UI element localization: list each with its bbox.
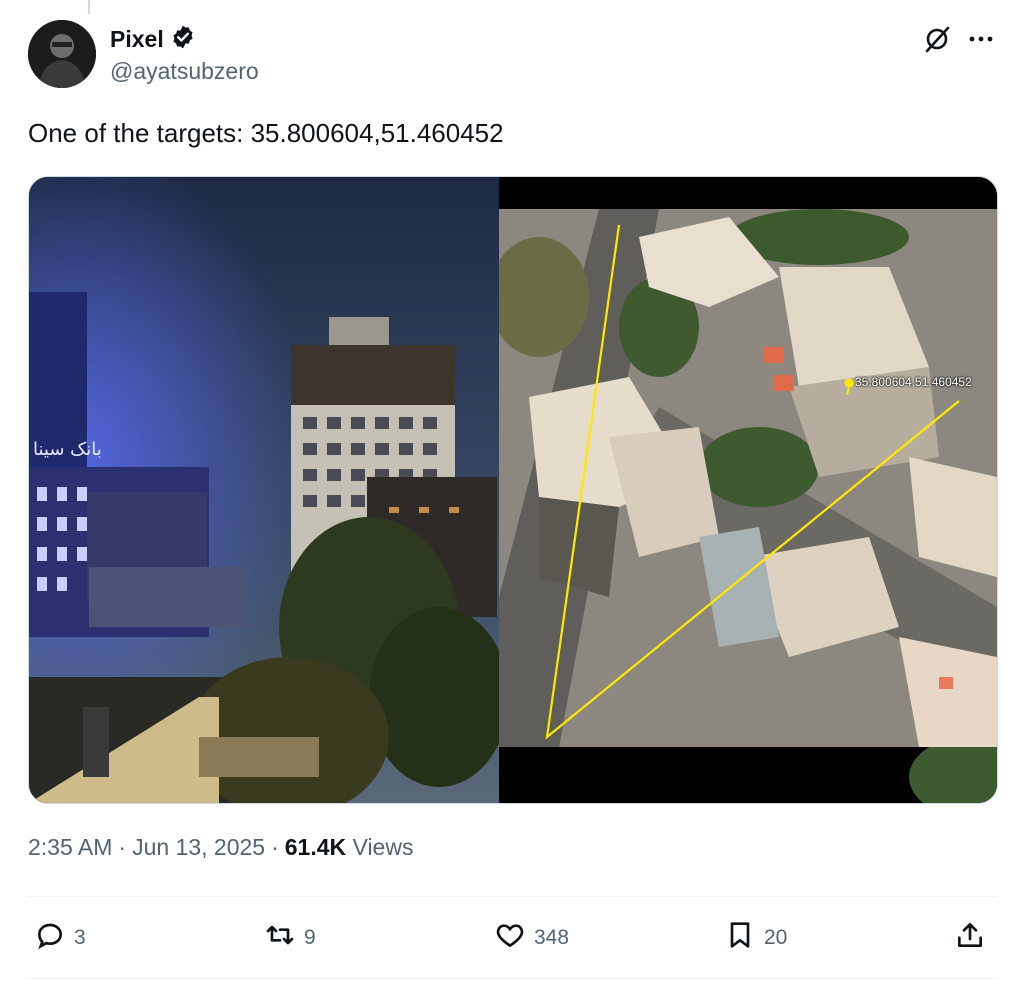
avatar-image bbox=[28, 20, 96, 88]
views-count: 61.4K bbox=[284, 834, 347, 860]
reply-icon bbox=[34, 919, 66, 957]
bookmark-button[interactable]: 20 bbox=[724, 918, 787, 958]
repost-count: 9 bbox=[304, 926, 316, 949]
avatar[interactable] bbox=[28, 20, 96, 88]
like-count: 348 bbox=[534, 926, 570, 949]
reply-button[interactable]: 3 bbox=[34, 918, 86, 958]
divider bbox=[28, 978, 996, 979]
like-icon bbox=[494, 919, 526, 957]
action-bar: 3 9 348 20 bbox=[28, 918, 996, 958]
meta-separator: · bbox=[271, 834, 279, 860]
display-name[interactable]: Pixel bbox=[110, 26, 164, 53]
post-text: One of the targets: 35.800604,51.460452 bbox=[28, 118, 504, 148]
like-button[interactable]: 348 bbox=[494, 918, 569, 958]
verified-badge-icon bbox=[170, 24, 196, 55]
repost-button[interactable]: 9 bbox=[264, 918, 316, 958]
share-button[interactable] bbox=[954, 918, 986, 958]
night-building-photo[interactable]: بانک سینا bbox=[29, 177, 509, 803]
more-icon[interactable] bbox=[966, 24, 996, 54]
media-container[interactable]: بانک سینا 35.800604,51.460452 bbox=[28, 176, 998, 804]
map-coordinate-label: 35.800604,51.460452 bbox=[855, 375, 972, 389]
bookmark-icon bbox=[724, 919, 756, 957]
grok-icon[interactable] bbox=[922, 24, 952, 54]
bookmark-count: 20 bbox=[764, 926, 788, 949]
views-label: Views bbox=[352, 834, 414, 860]
reply-count: 3 bbox=[74, 926, 86, 949]
satellite-map-image[interactable]: 35.800604,51.460452 bbox=[489, 177, 997, 803]
share-icon bbox=[954, 919, 986, 957]
post-time[interactable]: 2:35 AM bbox=[28, 834, 112, 861]
post-meta: 2:35 AM · Jun 13, 2025 · 61.4K Views bbox=[28, 834, 413, 861]
thread-line bbox=[88, 0, 90, 14]
author-handle[interactable]: @ayatsubzero bbox=[110, 58, 259, 85]
views[interactable]: 61.4K Views bbox=[285, 834, 414, 861]
repost-icon bbox=[264, 919, 296, 957]
meta-separator: · bbox=[118, 834, 127, 860]
author-name-row[interactable]: Pixel bbox=[110, 24, 196, 55]
divider bbox=[28, 896, 996, 897]
bank-sign: بانک سینا bbox=[33, 439, 102, 460]
post-date[interactable]: Jun 13, 2025 bbox=[132, 834, 265, 861]
